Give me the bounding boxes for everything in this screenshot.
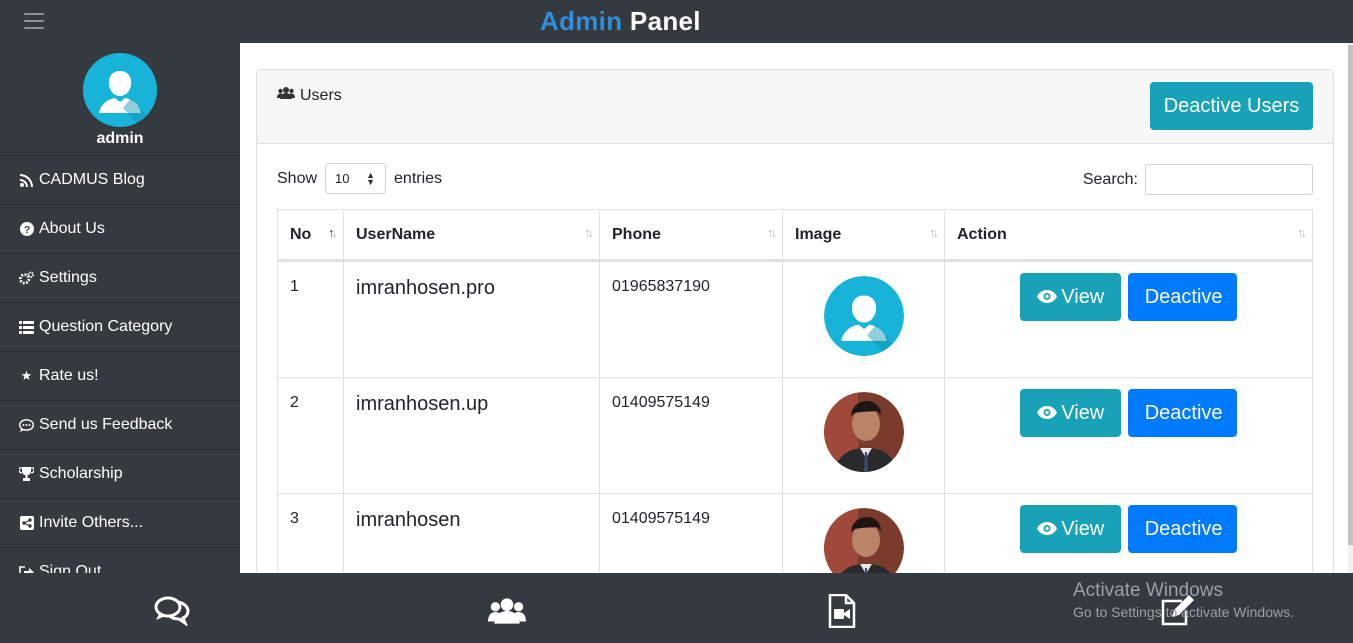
user-photo-image	[823, 392, 904, 472]
brand-title: Admin Panel	[540, 6, 701, 36]
row-no: 3	[277, 493, 344, 573]
deactive-button[interactable]: Deactive	[1127, 273, 1237, 321]
sign-out-icon	[19, 565, 34, 573]
row-username: imranhosen	[343, 493, 600, 573]
top-navbar: Admin Panel	[0, 0, 1353, 43]
deactive-users-button[interactable]: Deactive Users	[1150, 82, 1313, 130]
search-control: Search:	[1083, 164, 1313, 195]
admin-avatar	[83, 53, 157, 127]
sidebar-item-send-feedback[interactable]: Send us Feedback	[0, 401, 240, 450]
sort-icon: ↑↓	[1297, 225, 1307, 240]
sidebar-item-label: About Us	[39, 220, 105, 237]
vertical-scrollbar[interactable]	[1348, 43, 1353, 573]
sidebar-item-label: Sign Out	[39, 563, 102, 573]
sort-asc-icon: ↑↓	[328, 225, 338, 240]
sidebar: admin CADMUS Blog ? About Us Settings Qu…	[0, 43, 240, 573]
row-image-cell	[782, 260, 945, 378]
entries-control: Show 10 ▲ ▼ entries	[277, 163, 442, 194]
row-username: imranhosen.up	[343, 377, 600, 494]
row-no: 1	[277, 260, 344, 378]
row-image-cell	[782, 377, 945, 494]
users-icon[interactable]	[487, 591, 527, 631]
sidebar-item-rate-us[interactable]: ★ Rate us!	[0, 352, 240, 401]
view-button[interactable]: View	[1020, 389, 1122, 437]
windows-activation-watermark: Activate Windows Go to Settings to activ…	[1073, 580, 1294, 620]
column-header-username[interactable]: UserName ↑↓	[343, 209, 600, 262]
trophy-icon	[19, 467, 34, 482]
row-phone: 01409575149	[599, 493, 783, 573]
row-actions: View Deactive	[944, 260, 1313, 378]
table-row: 1 imranhosen.pro 01965837190 View Deacti…	[277, 260, 1313, 378]
comments-icon[interactable]	[152, 591, 192, 631]
sidebar-item-label: Send us Feedback	[39, 416, 173, 433]
column-header-image[interactable]: Image ↑↓	[782, 209, 945, 262]
sidebar-item-about-us[interactable]: ? About Us	[0, 205, 240, 254]
profile-name: admin	[96, 130, 144, 147]
sidebar-item-cadmus-blog[interactable]: CADMUS Blog	[0, 156, 240, 205]
card-header: Users Deactive Users	[257, 70, 1333, 144]
sidebar-item-label: Settings	[39, 269, 97, 286]
main-content: Users Deactive Users Show 10 ▲ ▼ entries …	[240, 43, 1348, 573]
view-button[interactable]: View	[1020, 273, 1122, 321]
sidebar-item-label: Invite Others...	[39, 514, 144, 531]
sidebar-item-label: Rate us!	[39, 367, 99, 384]
sidebar-item-settings[interactable]: Settings	[0, 254, 240, 303]
row-no: 2	[277, 377, 344, 494]
column-header-phone[interactable]: Phone ↑↓	[599, 209, 783, 262]
entries-select[interactable]: 10 ▲ ▼	[325, 163, 387, 194]
row-image-cell	[782, 493, 945, 573]
sidebar-item-question-category[interactable]: Question Category	[0, 303, 240, 352]
rss-icon	[19, 173, 34, 188]
question-circle-icon: ?	[19, 222, 34, 237]
row-phone: 01965837190	[599, 260, 783, 378]
sidebar-item-invite-others[interactable]: Invite Others...	[0, 499, 240, 548]
sidebar-item-label: Question Category	[39, 318, 173, 335]
scrollbar-thumb[interactable]	[1348, 45, 1353, 545]
users-icon	[277, 86, 295, 105]
user-photo-image	[823, 508, 904, 573]
sort-icon: ↑↓	[584, 225, 594, 240]
row-actions: View Deactive	[944, 493, 1313, 573]
sort-icon: ↑↓	[929, 225, 939, 240]
select-arrows-icon: ▲ ▼	[366, 170, 376, 187]
users-card: Users Deactive Users Show 10 ▲ ▼ entries …	[256, 69, 1334, 573]
deactive-button[interactable]: Deactive	[1127, 389, 1237, 437]
hamburger-menu-icon[interactable]	[24, 13, 44, 29]
eye-icon	[1037, 518, 1058, 541]
card-title: Users	[277, 86, 342, 105]
sidebar-item-label: CADMUS Blog	[39, 171, 145, 188]
share-icon	[19, 516, 34, 531]
comment-dots-icon	[19, 418, 34, 433]
sidebar-item-sign-out[interactable]: Sign Out	[0, 548, 240, 573]
eye-icon	[1037, 286, 1058, 309]
video-file-icon[interactable]	[822, 591, 862, 631]
table-row: 2 imranhosen.up 01409575149 View Deactiv…	[277, 377, 1313, 494]
svg-text:?: ?	[23, 225, 29, 236]
deactive-button[interactable]: Deactive	[1127, 505, 1237, 553]
column-header-action[interactable]: Action ↑↓	[944, 209, 1313, 262]
view-button[interactable]: View	[1020, 505, 1122, 553]
sidebar-item-label: Scholarship	[39, 465, 123, 482]
sort-icon: ↑↓	[767, 225, 777, 240]
row-username: imranhosen.pro	[343, 260, 600, 378]
sidebar-profile: admin	[0, 43, 240, 156]
star-icon: ★	[20, 368, 33, 383]
column-header-no[interactable]: No ↑↓	[277, 209, 344, 262]
table-row: 3 imranhosen 01409575149 View Deactive	[277, 493, 1313, 573]
row-phone: 01409575149	[599, 377, 783, 494]
users-table: No ↑↓ UserName ↑↓ Phone ↑↓ Image ↑↓ Action ↑↓…	[277, 209, 1313, 573]
sidebar-item-scholarship[interactable]: Scholarship	[0, 450, 240, 499]
row-actions: View Deactive	[944, 377, 1313, 494]
list-icon	[19, 320, 34, 335]
cogs-icon	[19, 271, 34, 286]
default-avatar-image	[823, 276, 904, 356]
search-input[interactable]	[1145, 164, 1313, 195]
eye-icon	[1037, 402, 1058, 425]
